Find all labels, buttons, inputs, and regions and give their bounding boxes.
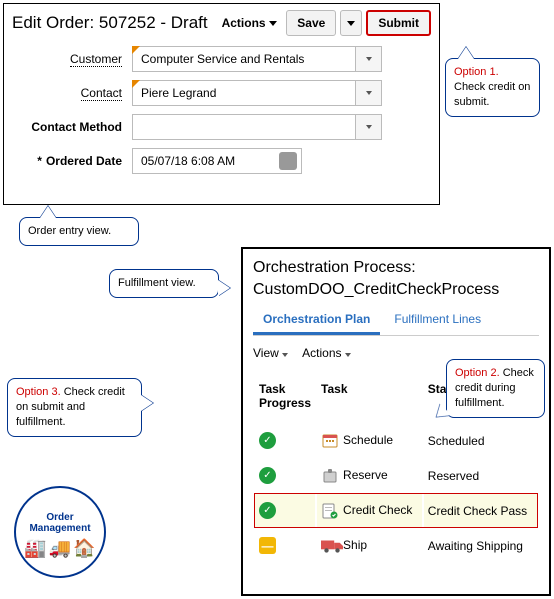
ordered-date-value: 05/07/18 6:08 AM <box>141 154 235 168</box>
factory-icon: 🏭 <box>24 538 46 559</box>
cell-status: Credit Check Pass <box>424 494 537 527</box>
check-circle-icon: ✓ <box>259 432 276 449</box>
chevron-down-icon <box>345 353 351 357</box>
ordered-date-label: *Ordered Date <box>12 154 132 168</box>
cell-status: Reserved <box>424 459 537 492</box>
cell-status: Scheduled <box>424 424 537 457</box>
page-title: Edit Order: 507252 - Draft <box>12 13 208 33</box>
contact-row: Contact Piere Legrand <box>12 80 431 106</box>
tabs: Orchestration Plan Fulfillment Lines <box>253 306 539 336</box>
actions-menu-table[interactable]: Actions <box>302 346 351 360</box>
seal-text: OrderManagement <box>29 512 90 534</box>
contact-method-row: Contact Method <box>12 114 431 140</box>
cell-progress: ✓ <box>255 494 315 527</box>
chevron-down-icon <box>269 21 277 26</box>
chevron-down-icon <box>282 353 288 357</box>
view-menu[interactable]: View <box>253 346 288 360</box>
callout-option-2: Option 2. Check credit during fulfillmen… <box>446 359 545 418</box>
ordered-date-row: *Ordered Date 05/07/18 6:08 AM <box>12 148 431 174</box>
required-icon: * <box>37 154 42 168</box>
submit-button[interactable]: Submit <box>366 10 431 36</box>
header-buttons: Save Submit <box>286 10 431 36</box>
callout-order-entry-view: Order entry view. <box>19 217 139 246</box>
cell-task: Schedule <box>317 424 422 457</box>
task-type-icon <box>321 538 339 554</box>
cell-task: Ship <box>317 529 422 562</box>
option-2-label: Option 2. <box>455 367 500 379</box>
contact-select[interactable]: Piere Legrand <box>132 80 382 106</box>
order-management-seal: OrderManagement 🏭 🚚 🏠 <box>14 486 106 578</box>
table-row[interactable]: ✓ ScheduleScheduled <box>255 424 537 457</box>
contact-value: Piere Legrand <box>141 86 216 100</box>
option-1-label: Option 1. <box>454 66 499 78</box>
option-3-label: Option 3. <box>16 386 61 398</box>
calendar-icon[interactable] <box>279 152 297 170</box>
callout-tail-icon <box>141 395 153 411</box>
table-row[interactable]: ✓ ReserveReserved <box>255 459 537 492</box>
actions-label: Actions <box>222 16 266 30</box>
save-button[interactable]: Save <box>286 10 336 36</box>
cell-progress: ✓ <box>255 424 315 457</box>
home-icon: 🏠 <box>73 538 95 559</box>
customer-value: Computer Service and Rentals <box>141 52 304 66</box>
table-row[interactable]: ✓ Credit CheckCredit Check Pass <box>255 494 537 527</box>
customer-row: Customer Computer Service and Rentals <box>12 46 431 72</box>
col-task: Task <box>317 376 422 422</box>
callout-option-1: Option 1. Check credit on submit. <box>445 58 540 117</box>
check-circle-icon: ✓ <box>259 467 276 484</box>
option-1-text: Check credit on submit. <box>454 81 530 108</box>
chevron-down-icon[interactable] <box>355 115 381 139</box>
cell-task: Reserve <box>317 459 422 492</box>
contact-method-label: Contact Method <box>12 120 132 134</box>
callout-tail-icon <box>218 280 230 296</box>
save-split-button[interactable] <box>340 10 362 36</box>
callout-tail-icon <box>40 206 56 218</box>
order-entry-view-text: Order entry view. <box>28 225 111 237</box>
pending-icon: — <box>259 537 276 554</box>
callout-option-3: Option 3. Check credit on submit and ful… <box>7 378 142 437</box>
modified-indicator-icon <box>132 80 140 88</box>
modified-indicator-icon <box>132 46 140 54</box>
cell-progress: — <box>255 529 315 562</box>
orchestration-title: Orchestration Process: CustomDOO_CreditC… <box>253 257 539 300</box>
callout-fulfillment-view: Fulfillment view. <box>109 269 219 298</box>
contact-label: Contact <box>12 86 132 100</box>
chevron-down-icon[interactable] <box>355 47 381 71</box>
tab-orchestration-plan[interactable]: Orchestration Plan <box>253 306 380 335</box>
table-row[interactable]: — ShipAwaiting Shipping <box>255 529 537 562</box>
customer-label: Customer <box>12 52 132 66</box>
tab-fulfillment-lines[interactable]: Fulfillment Lines <box>384 306 491 335</box>
callout-tail-icon <box>458 47 474 59</box>
check-circle-icon: ✓ <box>259 502 276 519</box>
seal-icons: 🏭 🚚 🏠 <box>24 538 95 559</box>
cell-progress: ✓ <box>255 459 315 492</box>
cell-task: Credit Check <box>317 494 422 527</box>
cell-status: Awaiting Shipping <box>424 529 537 562</box>
chevron-down-icon[interactable] <box>355 81 381 105</box>
orchestration-panel: Orchestration Process: CustomDOO_CreditC… <box>241 247 551 596</box>
chevron-down-icon <box>347 21 355 26</box>
order-header: Edit Order: 507252 - Draft Actions Save … <box>12 10 431 36</box>
ordered-date-input[interactable]: 05/07/18 6:08 AM <box>132 148 302 174</box>
order-entry-panel: Edit Order: 507252 - Draft Actions Save … <box>3 3 440 205</box>
fulfillment-view-text: Fulfillment view. <box>118 277 196 289</box>
col-progress: Task Progress <box>255 376 315 422</box>
task-type-icon <box>321 433 339 449</box>
task-type-icon <box>321 503 339 519</box>
task-type-icon <box>321 468 339 484</box>
customer-select[interactable]: Computer Service and Rentals <box>132 46 382 72</box>
truck-icon: 🚚 <box>49 538 71 559</box>
actions-menu[interactable]: Actions <box>222 16 277 30</box>
contact-method-select[interactable] <box>132 114 382 140</box>
